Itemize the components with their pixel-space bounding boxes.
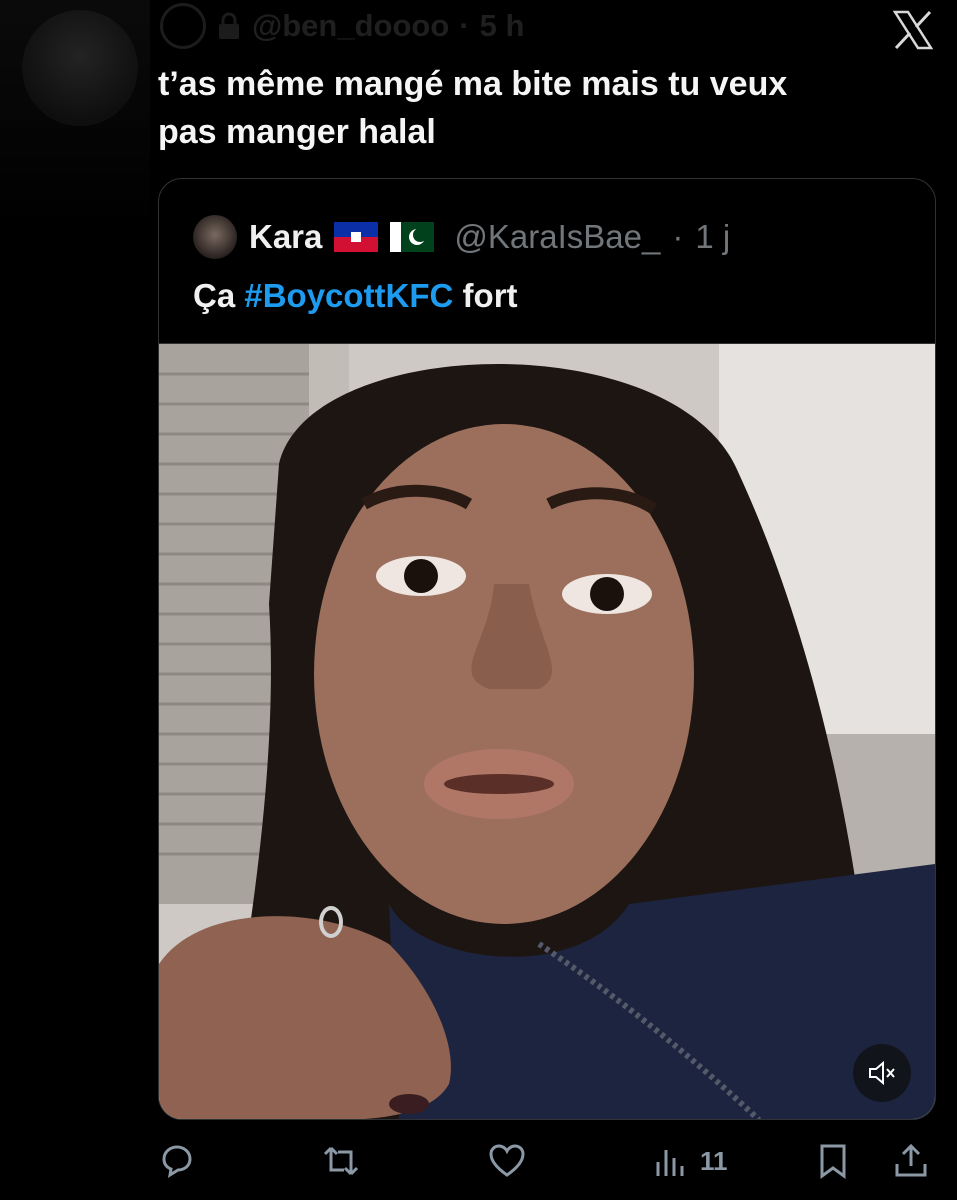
tweet-header: @ben_doooo · 5 h xyxy=(160,3,525,49)
quoted-author-avatar[interactable] xyxy=(193,215,237,259)
quoted-author-name[interactable]: Kara xyxy=(249,218,322,256)
quoted-text-suffix: fort xyxy=(453,277,518,314)
emoji-icon xyxy=(160,3,206,49)
views-count: 11 xyxy=(700,1145,728,1176)
reply-button[interactable] xyxy=(158,1138,196,1184)
bookmark-button[interactable] xyxy=(814,1138,852,1184)
quoted-tweet-time[interactable]: 1 j xyxy=(695,218,730,256)
video-frame xyxy=(159,344,935,1119)
quoted-tweet-text: Ça #BoycottKFC fort xyxy=(193,277,518,315)
video-player[interactable] xyxy=(159,343,935,1119)
quoted-author-handle[interactable]: @KaraIsBae_ xyxy=(454,218,660,256)
header-separator: · xyxy=(459,8,470,43)
lock-icon xyxy=(219,12,239,39)
heart-icon xyxy=(489,1144,525,1177)
quoted-tweet-card[interactable]: Kara @KaraIsBae_ · 1 j Ça #BoycottKFC fo… xyxy=(158,178,936,1120)
author-handle[interactable]: @ben_doooo xyxy=(252,8,449,44)
bar-chart-icon xyxy=(656,1150,684,1176)
retweet-button[interactable] xyxy=(322,1138,360,1184)
quoted-separator: · xyxy=(672,218,684,255)
tweet-actions-bar: 11 xyxy=(158,1138,934,1184)
haiti-flag-icon xyxy=(334,222,379,252)
share-button[interactable] xyxy=(892,1138,930,1184)
views-button[interactable]: 11 xyxy=(652,1138,728,1184)
share-icon xyxy=(895,1143,927,1177)
bookmark-icon xyxy=(820,1144,846,1179)
mute-button[interactable] xyxy=(853,1044,911,1102)
quoted-tweet-header: Kara @KaraIsBae_ · 1 j xyxy=(193,215,730,259)
tweet-time[interactable]: 5 h xyxy=(480,8,525,44)
tweet-text: t’as même mangé ma bite mais tu veux pas… xyxy=(158,65,788,151)
author-avatar[interactable] xyxy=(22,10,138,126)
pakistan-flag-icon xyxy=(390,222,435,252)
hashtag-link[interactable]: #BoycottKFC xyxy=(244,277,453,314)
speaker-muted-icon xyxy=(869,1060,895,1086)
reply-icon xyxy=(162,1145,192,1179)
x-logo-close-icon[interactable] xyxy=(891,8,935,52)
quoted-text-prefix: Ça xyxy=(193,277,245,314)
like-button[interactable] xyxy=(488,1138,526,1184)
retweet-icon xyxy=(323,1146,359,1176)
